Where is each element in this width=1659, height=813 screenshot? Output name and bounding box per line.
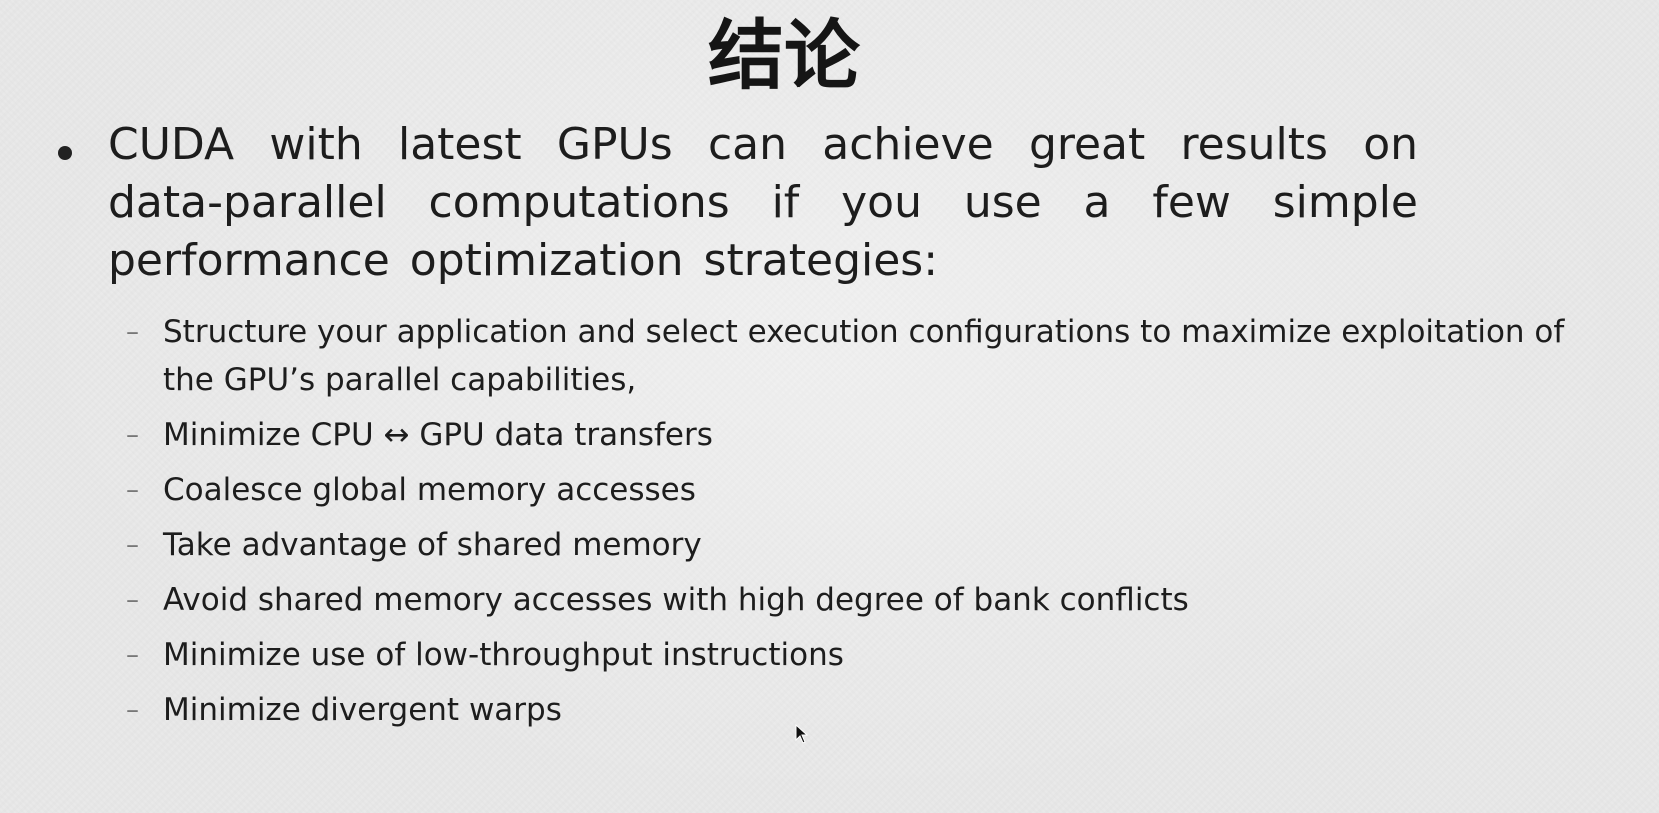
slide-title: 结论 bbox=[708, 11, 860, 100]
sub-bullet-text: Minimize divergent warps bbox=[163, 692, 562, 728]
sub-bullet-item: – Coalesce global memory accesses bbox=[126, 466, 1576, 514]
sub-bullet-text: Avoid shared memory accesses with high d… bbox=[163, 582, 1189, 618]
sub-bullet-list: – Structure your application and select … bbox=[126, 308, 1576, 741]
sub-bullet-item: – Minimize CPU ↔ GPU data transfers bbox=[126, 411, 1576, 459]
sub-bullet-text: Take advantage of shared memory bbox=[163, 527, 702, 563]
sub-bullet-item: – Take advantage of shared memory bbox=[126, 521, 1576, 569]
dash-icon: – bbox=[126, 317, 139, 347]
sub-bullet-text: Coalesce global memory accesses bbox=[163, 472, 696, 508]
sub-bullet-item: – Minimize divergent warps bbox=[126, 686, 1576, 734]
sub-bullet-text: Structure your application and select ex… bbox=[163, 314, 1565, 398]
dash-icon: – bbox=[126, 530, 139, 560]
dash-icon: – bbox=[126, 475, 139, 505]
dash-icon: – bbox=[126, 420, 139, 450]
sub-bullet-text: Minimize use of low-throughput instructi… bbox=[163, 637, 844, 673]
dash-icon: – bbox=[126, 695, 139, 725]
bullet-dot-icon bbox=[58, 146, 72, 160]
sub-bullet-item: – Avoid shared memory accesses with high… bbox=[126, 576, 1576, 624]
slide: 结论 CUDA with latest GPUs can achieve gre… bbox=[0, 0, 1659, 813]
main-bullet-text: CUDA with latest GPUs can achieve great … bbox=[108, 119, 1418, 286]
dash-icon: – bbox=[126, 640, 139, 670]
mouse-pointer-icon bbox=[795, 724, 809, 744]
dash-icon: – bbox=[126, 585, 139, 615]
sub-bullet-item: – Minimize use of low-throughput instruc… bbox=[126, 631, 1576, 679]
sub-bullet-item: – Structure your application and select … bbox=[126, 308, 1576, 404]
sub-bullet-text: Minimize CPU ↔ GPU data transfers bbox=[163, 417, 713, 453]
